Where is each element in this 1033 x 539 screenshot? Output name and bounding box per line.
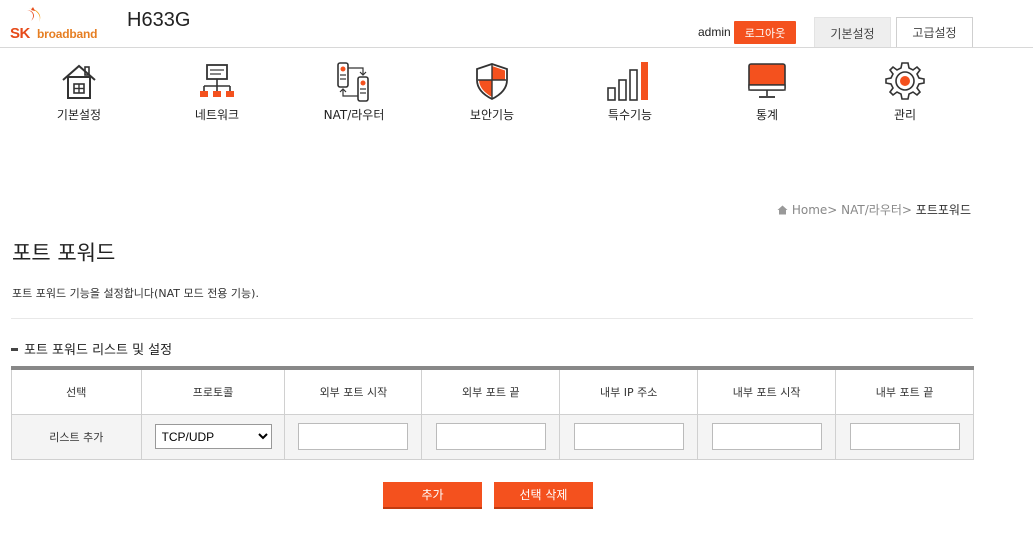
nav-item-special[interactable]: 특수기능 (575, 60, 685, 123)
bar-chart-icon (607, 62, 648, 101)
section-bullet (11, 348, 18, 351)
nav-label: NAT/라우터 (323, 108, 385, 122)
router-icon (337, 62, 369, 102)
table-header-row: 선택 프로토콜 외부 포트 시작 외부 포트 끝 내부 IP 주소 내부 포트 … (11, 367, 974, 415)
col-internal-ip: 내부 IP 주소 (559, 367, 699, 415)
nav-label: 기본설정 (56, 108, 102, 122)
internal-ip-input[interactable] (573, 423, 684, 450)
home-icon (62, 64, 96, 99)
col-int-port-end: 내부 포트 끝 (835, 367, 974, 415)
nav-item-admin[interactable]: 관리 (850, 60, 960, 123)
nav-label: 특수기능 (607, 108, 653, 122)
table-row: 리스트 추가 TCP/UDP (11, 413, 974, 460)
logout-button[interactable]: 로그아웃 (734, 21, 796, 44)
breadcrumb: Home> NAT/라우터> 포트포워드 (777, 201, 971, 218)
top-bar: SK broadband H633G admin 로그아웃 기본설정 고급설정 (0, 0, 1033, 49)
nav-label: 보안기능 (469, 108, 515, 122)
section-title-text: 포트 포워드 리스트 및 설정 (24, 343, 173, 358)
header-divider (0, 47, 1033, 48)
nav-item-nat-router[interactable]: NAT/라우터 (299, 60, 409, 123)
port-forward-table: 선택 프로토콜 외부 포트 시작 외부 포트 끝 내부 IP 주소 내부 포트 … (11, 366, 974, 460)
monitor-icon (748, 63, 786, 98)
breadcrumb-separator: > (901, 203, 912, 217)
add-row-label: 리스트 추가 (11, 413, 142, 460)
tab-advanced-settings[interactable]: 고급설정 (896, 17, 973, 48)
breadcrumb-separator: > (827, 203, 838, 217)
username-label: admin (698, 25, 731, 39)
protocol-select[interactable]: TCP/UDP (154, 424, 272, 449)
tab-basic-settings[interactable]: 기본설정 (814, 17, 891, 48)
nav-label: 통계 (755, 108, 779, 122)
nav-item-statistics[interactable]: 통계 (712, 60, 822, 123)
col-ext-port-start: 외부 포트 시작 (284, 367, 423, 415)
breadcrumb-parent[interactable]: NAT/라우터 (841, 203, 902, 217)
int-port-end-input[interactable] (849, 423, 960, 450)
section-title: 포트 포워드 리스트 및 설정 (11, 339, 172, 358)
brand-sk-text: SK (10, 25, 30, 42)
nav-label: 네트워크 (194, 108, 240, 122)
home-small-icon (777, 205, 788, 215)
col-select: 선택 (11, 367, 142, 415)
sk-broadband-logo[interactable]: SK broadband (9, 6, 109, 42)
add-button[interactable]: 추가 (383, 482, 482, 509)
delete-selected-button[interactable]: 선택 삭제 (494, 482, 593, 509)
col-protocol: 프로토콜 (140, 367, 286, 415)
int-port-start-input[interactable] (711, 423, 822, 450)
col-int-port-start: 내부 포트 시작 (697, 367, 837, 415)
logo-mark-icon (27, 7, 41, 22)
col-ext-port-end: 외부 포트 끝 (421, 367, 561, 415)
breadcrumb-home[interactable]: Home (792, 203, 827, 217)
nav-label: 관리 (893, 108, 917, 122)
ext-port-end-input[interactable] (435, 423, 546, 450)
brand-name-text: broadband (37, 27, 98, 41)
page-description: 포트 포워드 기능을 설정합니다(NAT 모드 전용 기능). (12, 287, 259, 300)
nav-item-security[interactable]: 보안기능 (437, 60, 547, 123)
breadcrumb-current: 포트포워드 (915, 203, 971, 217)
page-title: 포트 포워드 (12, 241, 116, 265)
ext-port-start-input[interactable] (298, 423, 409, 450)
model-name: H633G (127, 9, 191, 31)
content-divider (11, 318, 973, 319)
nav-item-basic[interactable]: 기본설정 (24, 60, 134, 123)
shield-icon (476, 63, 508, 101)
main-nav: 기본설정 네트워크 NAT/라우터 보안기능 특수기능 통계 관리 (0, 60, 1033, 130)
network-icon (200, 64, 234, 97)
nav-item-network[interactable]: 네트워크 (162, 60, 272, 123)
gear-icon (885, 62, 925, 100)
